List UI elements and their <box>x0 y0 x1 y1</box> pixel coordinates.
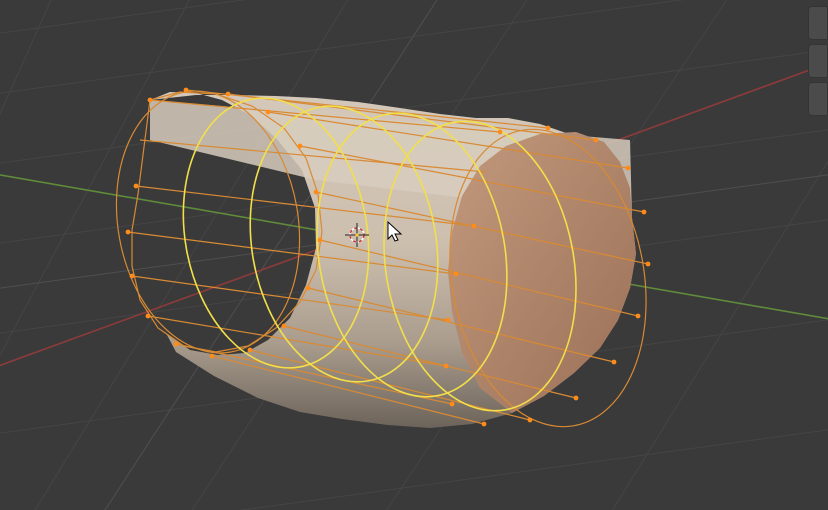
scene-canvas[interactable] <box>0 0 828 510</box>
sidebar-tool-2[interactable] <box>808 44 828 78</box>
tool-sidebar <box>808 0 828 116</box>
cylinder-faces <box>150 92 636 428</box>
sidebar-tool-1[interactable] <box>808 6 828 40</box>
viewport-3d[interactable] <box>0 0 828 510</box>
sidebar-tool-3[interactable] <box>808 82 828 116</box>
cylinder-cap-right <box>448 132 636 413</box>
cylinder-mesh[interactable] <box>96 76 668 442</box>
